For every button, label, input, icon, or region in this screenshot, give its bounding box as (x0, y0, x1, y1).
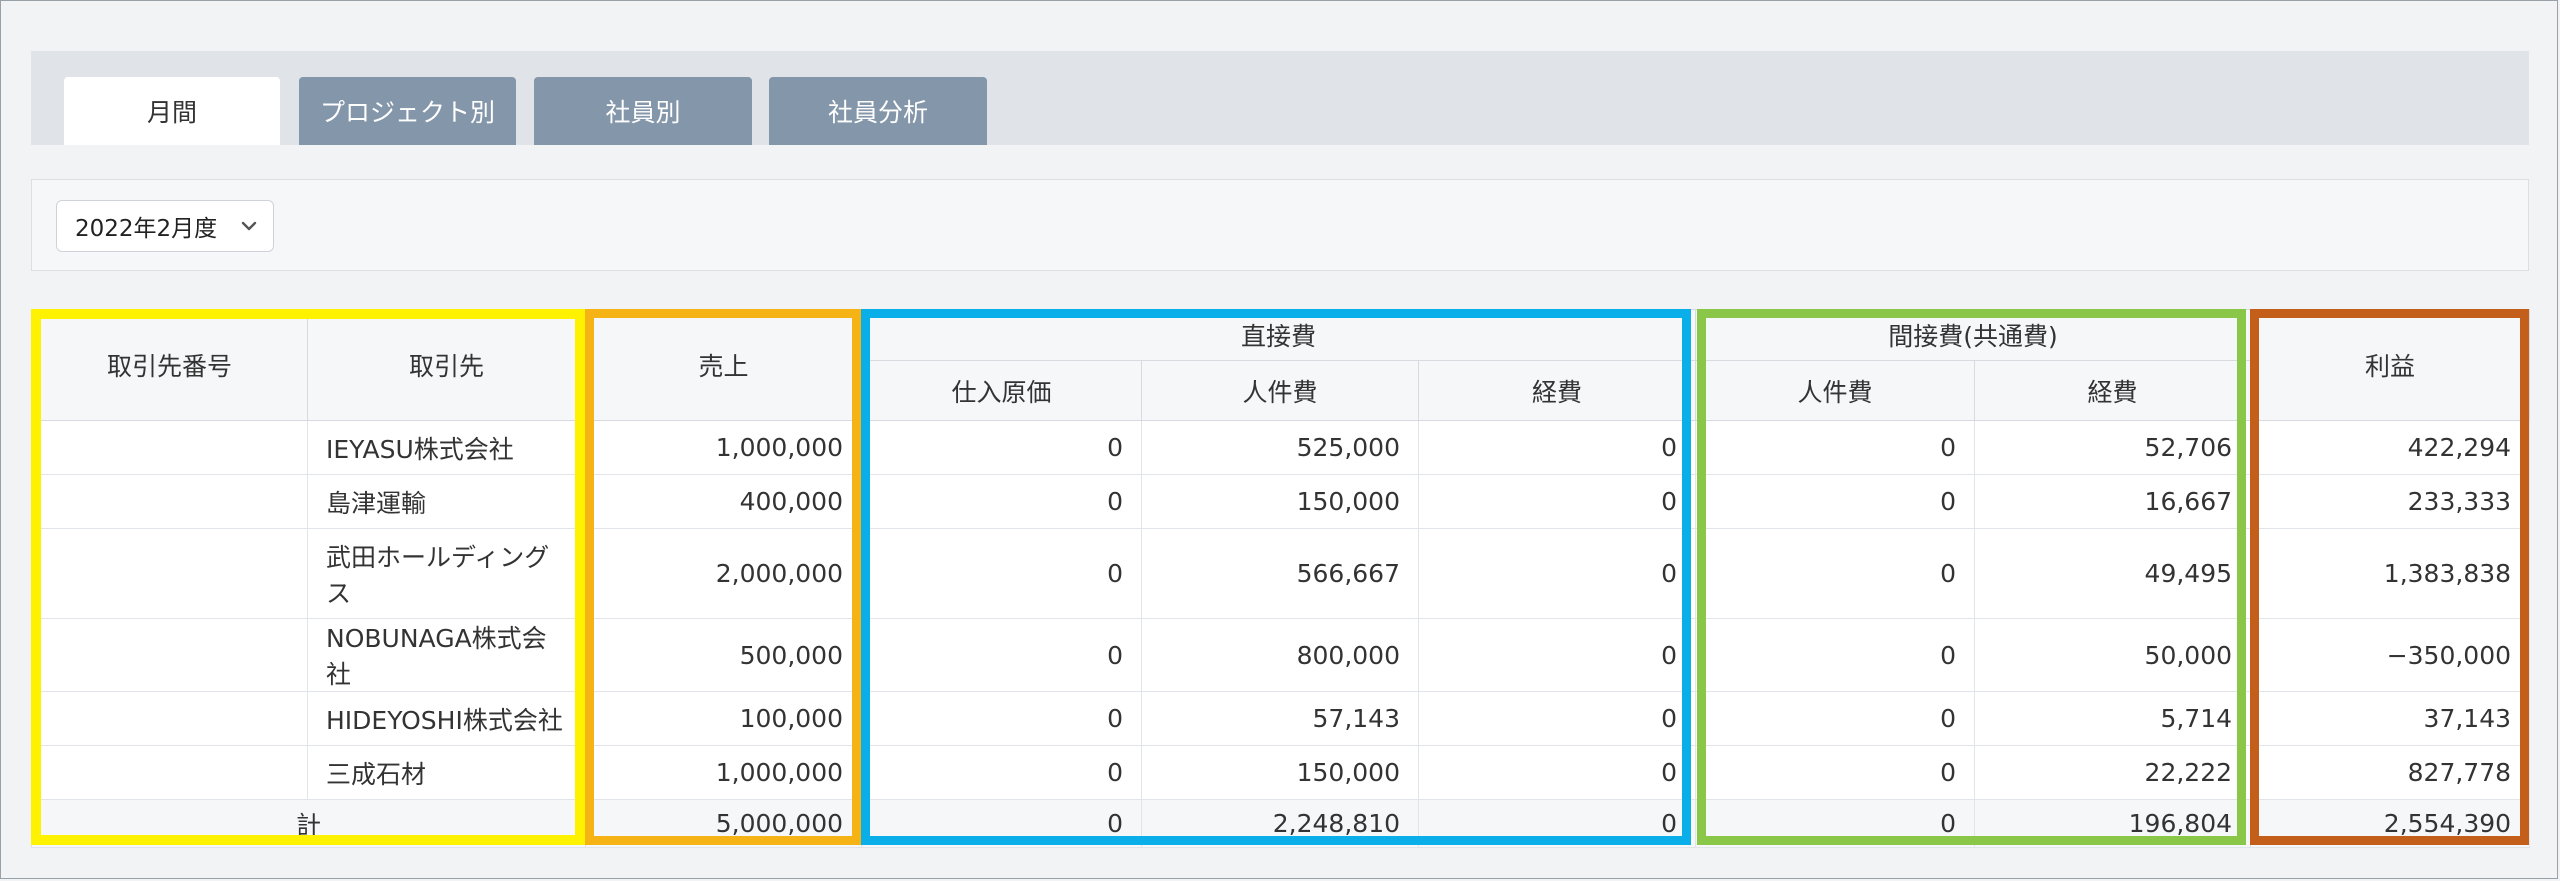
total-direct-expense: 0 (1417, 799, 1697, 848)
total-label: 計 (31, 799, 586, 848)
header-direct-labor: 人件費 (1141, 360, 1419, 421)
cell-client: 武田ホールディングス (307, 528, 586, 619)
cell-direct-expense: 0 (1417, 528, 1697, 619)
cell-indirect-labor: 0 (1695, 745, 1976, 800)
total-direct-purchase: 0 (861, 799, 1142, 848)
cell-profit: 827,778 (2250, 745, 2531, 800)
tab-bar: 月間 プロジェクト別 社員別 社員分析 (31, 51, 2529, 145)
cell-sales: 1,000,000 (585, 745, 862, 800)
cell-profit: −350,000 (2250, 618, 2531, 692)
cell-direct-labor: 525,000 (1141, 420, 1419, 475)
period-select-value: 2022年2月度 (75, 216, 218, 242)
header-row-1: 取引先番号 取引先 売上 直接費 間接費(共通費) 利益 (31, 309, 2531, 421)
cell-profit: 233,333 (2250, 474, 2531, 529)
total-profit: 2,554,390 (2250, 799, 2531, 848)
header-direct-expense: 経費 (1417, 360, 1697, 421)
cell-indirect-labor: 0 (1695, 618, 1976, 692)
cell-client-no (31, 420, 308, 475)
cell-direct-purchase: 0 (861, 745, 1142, 800)
header-indirect-expense: 経費 (1974, 360, 2252, 421)
total-indirect-expense: 196,804 (1974, 799, 2252, 848)
tab-monthly[interactable]: 月間 (64, 77, 280, 145)
cell-client-no (31, 528, 308, 619)
table-row: HIDEYOSHI株式会社 100,000 0 57,143 0 0 5,714… (31, 691, 2531, 746)
cell-indirect-labor: 0 (1695, 420, 1976, 475)
header-client: 取引先 (307, 309, 586, 421)
cell-indirect-expense: 22,222 (1974, 745, 2252, 800)
table-row: IEYASU株式会社 1,000,000 0 525,000 0 0 52,70… (31, 420, 2531, 475)
header-profit: 利益 (2250, 309, 2531, 421)
cell-client-no (31, 474, 308, 529)
cell-indirect-expense: 52,706 (1974, 420, 2252, 475)
table-row: 三成石材 1,000,000 0 150,000 0 0 22,222 827,… (31, 745, 2531, 800)
cell-indirect-expense: 50,000 (1974, 618, 2252, 692)
cell-profit: 1,383,838 (2250, 528, 2531, 619)
total-direct-labor: 2,248,810 (1141, 799, 1419, 848)
cell-direct-purchase: 0 (861, 691, 1142, 746)
cell-direct-labor: 150,000 (1141, 474, 1419, 529)
cell-profit: 422,294 (2250, 420, 2531, 475)
cell-direct-purchase: 0 (861, 528, 1142, 619)
table-row: 武田ホールディングス 2,000,000 0 566,667 0 0 49,49… (31, 528, 2531, 619)
report-table: 取引先番号 取引先 売上 直接費 間接費(共通費) 利益 仕入原価 人件費 経費… (31, 309, 2531, 848)
cell-direct-purchase: 0 (861, 420, 1142, 475)
cell-client: NOBUNAGA株式会社 (307, 618, 586, 692)
header-client-no: 取引先番号 (31, 309, 308, 421)
filter-panel: 2022年2月度 (31, 179, 2529, 271)
cell-indirect-labor: 0 (1695, 691, 1976, 746)
header-direct-purchase: 仕入原価 (861, 360, 1142, 421)
table-row: NOBUNAGA株式会社 500,000 0 800,000 0 0 50,00… (31, 618, 2531, 692)
cell-client-no (31, 618, 308, 692)
header-indirect-labor: 人件費 (1695, 360, 1976, 421)
tab-employee[interactable]: 社員別 (534, 77, 752, 145)
cell-client: HIDEYOSHI株式会社 (307, 691, 586, 746)
cell-sales: 500,000 (585, 618, 862, 692)
cell-direct-purchase: 0 (861, 618, 1142, 692)
cell-direct-labor: 566,667 (1141, 528, 1419, 619)
cell-profit: 37,143 (2250, 691, 2531, 746)
cell-direct-labor: 800,000 (1141, 618, 1419, 692)
cell-direct-expense: 0 (1417, 474, 1697, 529)
cell-indirect-labor: 0 (1695, 528, 1976, 619)
cell-client-no (31, 745, 308, 800)
cell-indirect-expense: 49,495 (1974, 528, 2252, 619)
cell-direct-purchase: 0 (861, 474, 1142, 529)
cell-indirect-labor: 0 (1695, 474, 1976, 529)
report-table-container: 取引先番号 取引先 売上 直接費 間接費(共通費) 利益 仕入原価 人件費 経費… (31, 309, 2531, 848)
cell-indirect-expense: 16,667 (1974, 474, 2252, 529)
total-sales: 5,000,000 (585, 799, 862, 848)
cell-direct-expense: 0 (1417, 745, 1697, 800)
cell-direct-expense: 0 (1417, 618, 1697, 692)
cell-sales: 100,000 (585, 691, 862, 746)
cell-indirect-expense: 5,714 (1974, 691, 2252, 746)
cell-direct-expense: 0 (1417, 420, 1697, 475)
cell-direct-labor: 57,143 (1141, 691, 1419, 746)
total-indirect-labor: 0 (1695, 799, 1976, 848)
cell-direct-labor: 150,000 (1141, 745, 1419, 800)
cell-client: IEYASU株式会社 (307, 420, 586, 475)
cell-sales: 1,000,000 (585, 420, 862, 475)
period-select[interactable]: 2022年2月度 (56, 200, 274, 252)
total-row: 計 5,000,000 0 2,248,810 0 0 196,804 2,55… (31, 799, 2531, 848)
chevron-down-icon (241, 221, 257, 231)
cell-sales: 400,000 (585, 474, 862, 529)
cell-client: 島津運輸 (307, 474, 586, 529)
tab-employee-analysis[interactable]: 社員分析 (769, 77, 987, 145)
header-sales: 売上 (585, 309, 862, 421)
header-direct-costs: 直接費 (860, 309, 1697, 361)
cell-sales: 2,000,000 (585, 528, 862, 619)
cell-direct-expense: 0 (1417, 691, 1697, 746)
table-row: 島津運輸 400,000 0 150,000 0 0 16,667 233,33… (31, 474, 2531, 529)
tab-project[interactable]: プロジェクト別 (299, 77, 516, 145)
header-indirect-costs: 間接費(共通費) (1695, 309, 2252, 361)
cell-client: 三成石材 (307, 745, 586, 800)
cell-client-no (31, 691, 308, 746)
